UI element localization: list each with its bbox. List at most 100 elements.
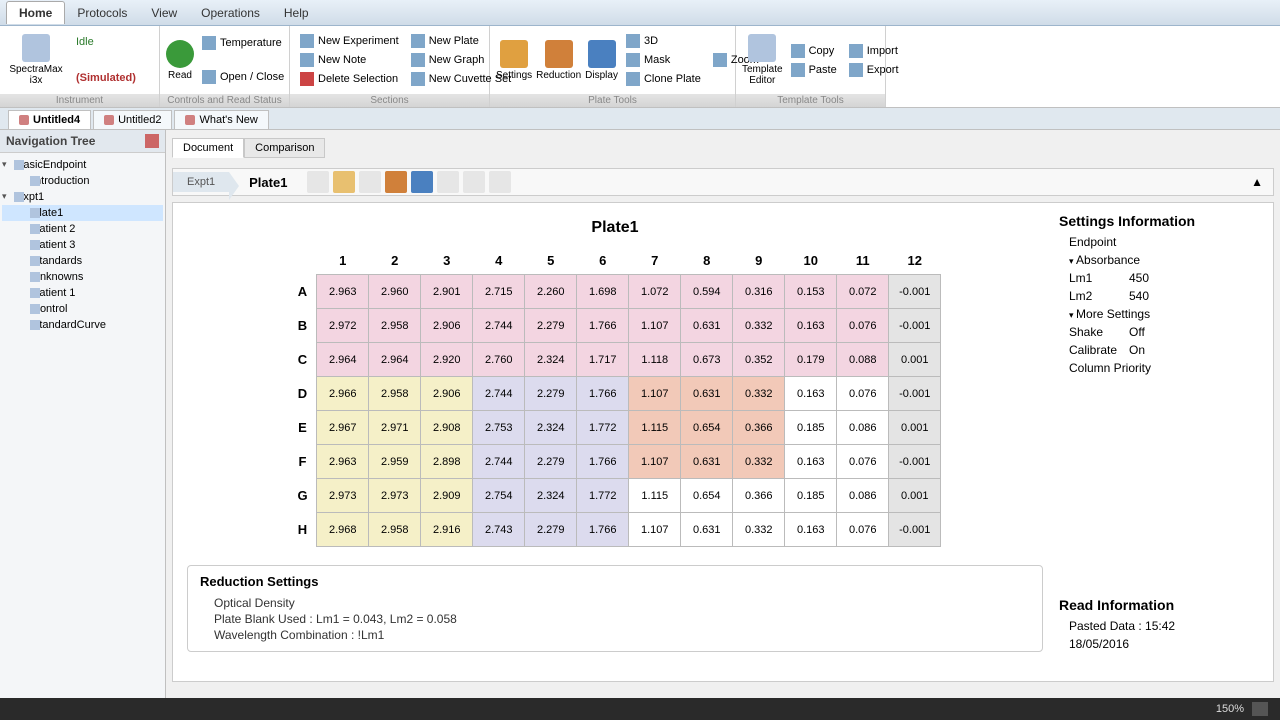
well-cell[interactable]: 2.916 — [421, 513, 473, 547]
well-cell[interactable]: 0.185 — [785, 479, 837, 513]
well-cell[interactable]: 0.332 — [733, 309, 785, 343]
menu-view[interactable]: View — [139, 2, 189, 24]
wand-icon[interactable] — [307, 171, 329, 193]
well-cell[interactable]: 2.260 — [525, 275, 577, 309]
well-cell[interactable]: 2.898 — [421, 445, 473, 479]
well-cell[interactable]: 1.107 — [629, 513, 681, 547]
well-cell[interactable]: 2.906 — [421, 309, 473, 343]
well-cell[interactable]: 0.332 — [733, 513, 785, 547]
well-cell[interactable]: 0.086 — [837, 479, 889, 513]
well-cell[interactable]: -0.001 — [889, 377, 941, 411]
tree-item[interactable]: Patient 3 — [2, 237, 163, 253]
well-cell[interactable]: 2.966 — [317, 377, 369, 411]
tree-item[interactable]: Plate1 — [2, 205, 163, 221]
well-cell[interactable]: 2.279 — [525, 309, 577, 343]
well-cell[interactable]: 1.698 — [577, 275, 629, 309]
well-cell[interactable]: 0.332 — [733, 377, 785, 411]
menu-protocols[interactable]: Protocols — [65, 2, 139, 24]
well-cell[interactable]: 2.754 — [473, 479, 525, 513]
well-cell[interactable]: 2.324 — [525, 479, 577, 513]
tree-item[interactable]: Patient 1 — [2, 285, 163, 301]
zoom-control[interactable] — [1252, 702, 1268, 716]
well-cell[interactable]: 2.324 — [525, 411, 577, 445]
well-cell[interactable]: 2.958 — [369, 513, 421, 547]
well-cell[interactable]: 1.072 — [629, 275, 681, 309]
well-cell[interactable]: 0.072 — [837, 275, 889, 309]
well-cell[interactable]: 0.076 — [837, 377, 889, 411]
well-cell[interactable]: 0.631 — [681, 309, 733, 343]
well-cell[interactable]: 0.366 — [733, 411, 785, 445]
pin-icon[interactable] — [145, 134, 159, 148]
well-cell[interactable]: 1.118 — [629, 343, 681, 377]
display-button[interactable]: Display — [585, 29, 618, 91]
paste-button[interactable]: Paste — [787, 61, 841, 79]
menu-home[interactable]: Home — [6, 1, 65, 24]
grid-small-icon[interactable] — [437, 171, 459, 193]
collapse-caret[interactable]: ▲ — [1241, 175, 1273, 189]
sigma-small-icon[interactable] — [385, 171, 407, 193]
doc-tab[interactable]: What's New — [174, 110, 268, 129]
well-cell[interactable]: 2.967 — [317, 411, 369, 445]
well-cell[interactable]: 0.631 — [681, 513, 733, 547]
3d-button[interactable]: 3D — [622, 32, 705, 50]
well-cell[interactable]: 2.324 — [525, 343, 577, 377]
import-button[interactable]: Import — [845, 42, 903, 60]
tree-item[interactable]: Unknowns — [2, 269, 163, 285]
menu-operations[interactable]: Operations — [189, 2, 272, 24]
well-cell[interactable]: 1.115 — [629, 411, 681, 445]
close-icon[interactable] — [185, 115, 195, 125]
tree-item[interactable]: Control — [2, 301, 163, 317]
well-cell[interactable]: 2.959 — [369, 445, 421, 479]
well-cell[interactable]: 2.973 — [369, 479, 421, 513]
well-cell[interactable]: 0.001 — [889, 411, 941, 445]
well-cell[interactable]: 2.279 — [525, 513, 577, 547]
well-cell[interactable]: 2.963 — [317, 445, 369, 479]
search-icon[interactable] — [333, 171, 355, 193]
well-cell[interactable]: 2.760 — [473, 343, 525, 377]
temperature-button[interactable]: Temperature — [198, 34, 288, 52]
well-cell[interactable]: 0.366 — [733, 479, 785, 513]
delete-selection-button[interactable]: Delete Selection — [296, 70, 403, 88]
tree-item[interactable]: Introduction — [2, 173, 163, 189]
tab-document[interactable]: Document — [172, 138, 244, 158]
well-cell[interactable]: 2.972 — [317, 309, 369, 343]
well-cell[interactable]: 0.594 — [681, 275, 733, 309]
close-icon[interactable] — [19, 115, 29, 125]
well-cell[interactable]: 2.971 — [369, 411, 421, 445]
doc-tab[interactable]: Untitled4 — [8, 110, 91, 129]
well-cell[interactable]: 2.279 — [525, 445, 577, 479]
instrument-button[interactable]: SpectraMax i3x — [6, 29, 66, 91]
well-cell[interactable]: -0.001 — [889, 275, 941, 309]
well-cell[interactable]: 0.001 — [889, 479, 941, 513]
well-cell[interactable]: 0.179 — [785, 343, 837, 377]
well-cell[interactable]: 2.743 — [473, 513, 525, 547]
well-cell[interactable]: 1.766 — [577, 377, 629, 411]
screen-icon[interactable] — [411, 171, 433, 193]
well-cell[interactable]: 0.163 — [785, 513, 837, 547]
zoom-small-icon[interactable] — [463, 171, 485, 193]
well-cell[interactable]: -0.001 — [889, 445, 941, 479]
well-cell[interactable]: 0.654 — [681, 479, 733, 513]
well-cell[interactable]: 2.279 — [525, 377, 577, 411]
well-cell[interactable]: 0.076 — [837, 309, 889, 343]
well-cell[interactable]: 1.772 — [577, 479, 629, 513]
tree-item[interactable]: Expt1 — [2, 189, 163, 205]
well-cell[interactable]: 2.909 — [421, 479, 473, 513]
breadcrumb[interactable]: Expt1 — [173, 172, 229, 192]
well-cell[interactable]: 0.352 — [733, 343, 785, 377]
well-cell[interactable]: 2.753 — [473, 411, 525, 445]
well-cell[interactable]: 1.766 — [577, 309, 629, 343]
close-icon[interactable] — [104, 115, 114, 125]
well-cell[interactable]: 0.631 — [681, 445, 733, 479]
well-cell[interactable]: 1.772 — [577, 411, 629, 445]
well-cell[interactable]: 0.163 — [785, 445, 837, 479]
tab-comparison[interactable]: Comparison — [244, 138, 325, 158]
well-cell[interactable]: 1.107 — [629, 445, 681, 479]
well-cell[interactable]: 0.076 — [837, 445, 889, 479]
reduction-button[interactable]: Reduction — [536, 29, 581, 91]
template-editor-button[interactable]: Template Editor — [742, 29, 783, 91]
settings-absorbance[interactable]: Absorbance — [1059, 251, 1259, 269]
settings-button[interactable]: Settings — [496, 29, 532, 91]
well-cell[interactable]: 2.744 — [473, 309, 525, 343]
well-cell[interactable]: 1.717 — [577, 343, 629, 377]
